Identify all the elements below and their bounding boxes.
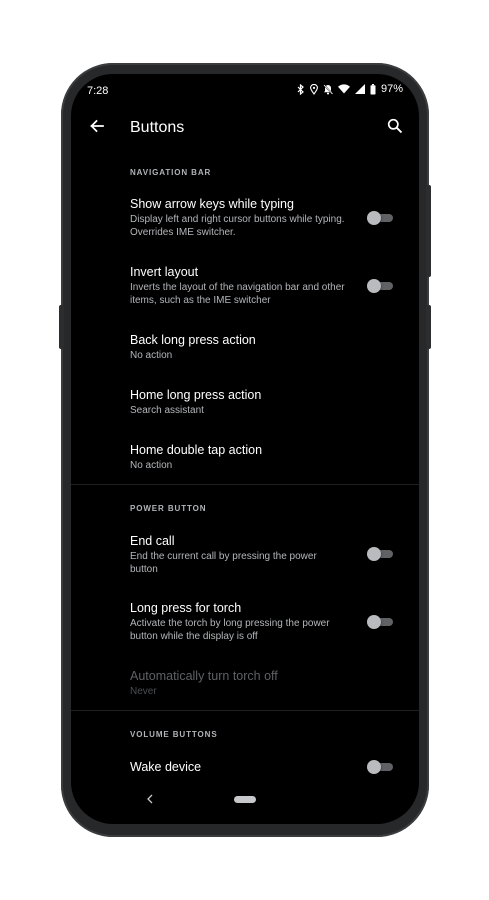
pref-summary: Display left and right cursor buttons wh… — [130, 214, 345, 238]
pref-title: Home double tap action — [130, 443, 263, 457]
toggle-invert-layout[interactable] — [367, 279, 395, 293]
status-bar: 7:28 97% — [71, 74, 419, 106]
pref-home-double-tap-action[interactable]: Home double tap action No action — [130, 443, 400, 472]
nav-home-pill[interactable] — [234, 796, 256, 803]
section-divider — [71, 710, 419, 711]
pref-summary: Never — [130, 686, 157, 697]
section-header-volume-buttons: VOLUME BUTTONS — [130, 730, 218, 739]
pref-title: Invert layout — [130, 265, 199, 279]
pref-title: Home long press action — [130, 388, 262, 402]
pref-title: Wake device — [130, 760, 202, 774]
pref-title: Show arrow keys while typing — [130, 197, 294, 211]
pref-summary: Search assistant — [130, 405, 204, 416]
pref-summary: No action — [130, 460, 173, 471]
signal-icon — [354, 84, 365, 94]
chevron-left-icon — [146, 791, 154, 809]
section-header-power-button: POWER BUTTON — [130, 504, 207, 513]
section-header-navigation-bar: NAVIGATION BAR — [130, 168, 212, 177]
phone-side-button-left — [59, 305, 64, 349]
pref-title: Automatically turn torch off — [130, 669, 278, 683]
wifi-icon — [337, 84, 350, 94]
pref-back-long-press-action[interactable]: Back long press action No action — [130, 333, 400, 362]
pref-summary: Activate the torch by long pressing the … — [130, 618, 330, 642]
status-icons: 97% — [297, 83, 403, 95]
pref-summary: No action — [130, 350, 173, 361]
toggle-wake-device[interactable] — [367, 760, 395, 774]
status-time: 7:28 — [87, 85, 109, 97]
pref-auto-torch-off: Automatically turn torch off Never — [130, 669, 400, 698]
toggle-show-arrow-keys[interactable] — [367, 211, 395, 225]
bluetooth-icon — [297, 83, 305, 95]
back-button[interactable] — [85, 116, 109, 140]
search-button[interactable] — [383, 116, 407, 140]
pref-home-long-press-action[interactable]: Home long press action Search assistant — [130, 388, 400, 417]
pref-summary: End the current call by pressing the pow… — [130, 551, 317, 575]
battery-icon — [370, 83, 376, 95]
pref-summary: Inverts the layout of the navigation bar… — [130, 282, 345, 306]
pref-long-press-torch[interactable]: Long press for torch Activate the torch … — [130, 601, 400, 643]
phone-side-button-right-lower — [426, 305, 431, 349]
pref-wake-device[interactable]: Wake device — [130, 760, 400, 775]
pref-show-arrow-keys[interactable]: Show arrow keys while typing Display lef… — [130, 197, 400, 239]
section-divider — [71, 484, 419, 485]
toggle-end-call[interactable] — [367, 547, 395, 561]
pref-title: Long press for torch — [130, 601, 242, 615]
toggle-long-press-torch[interactable] — [367, 615, 395, 629]
app-bar: Buttons — [71, 110, 419, 146]
pref-invert-layout[interactable]: Invert layout Inverts the layout of the … — [130, 265, 400, 307]
pref-title: Back long press action — [130, 333, 256, 347]
back-arrow-icon — [89, 118, 105, 139]
page-title: Buttons — [130, 119, 185, 136]
phone-side-button-right-upper — [426, 185, 431, 277]
screen: 7:28 97% Buttons NAVIGATION BAR Show arr… — [71, 74, 419, 824]
search-icon — [387, 118, 403, 139]
location-icon — [310, 83, 318, 95]
pref-end-call[interactable]: End call End the current call by pressin… — [130, 534, 400, 576]
pref-title: End call — [130, 534, 175, 548]
nav-back-button[interactable] — [142, 792, 158, 808]
battery-percent: 97% — [380, 83, 403, 95]
dnd-off-icon — [323, 83, 333, 95]
